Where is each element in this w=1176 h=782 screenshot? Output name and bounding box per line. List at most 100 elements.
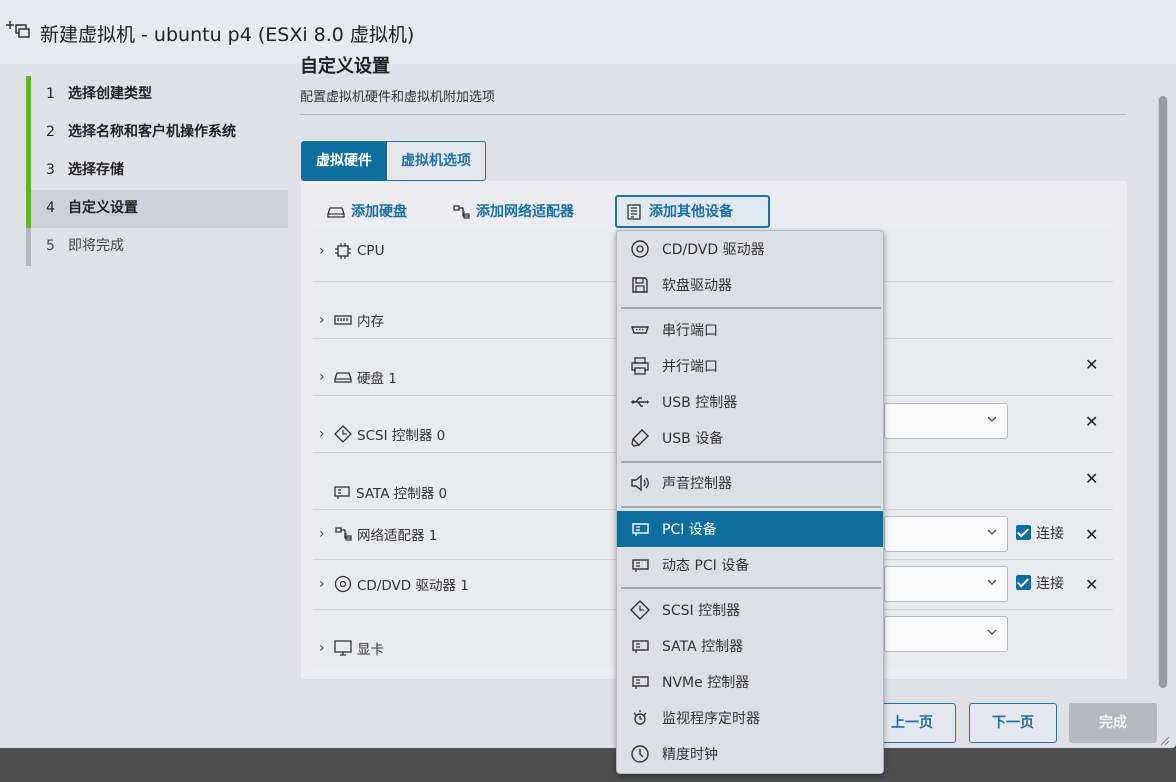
menu-item-serial-port[interactable]: 串行端口 [617,312,883,348]
chevron-right-icon[interactable]: › [319,312,329,328]
speaker-icon [631,474,649,492]
video-select[interactable] [884,616,1008,652]
step-number: 2 [46,124,55,140]
menu-item-watchdog-timer[interactable]: 监视程序定时器 [617,700,883,736]
menu-item-label: 并行端口 [662,359,718,375]
printer-icon [631,357,649,375]
new-vm-dialog: 新建虚拟机 - ubuntu p4 (ESXi 8.0 虚拟机) 1 选择创建类型… [0,0,1176,748]
usb-icon [631,397,649,407]
menu-item-floppy[interactable]: 软盘驱动器 [617,267,883,303]
remove-network-button[interactable]: ✕ [1085,525,1098,544]
menu-item-label: 动态 PCI 设备 [662,558,750,574]
chevron-right-icon[interactable]: › [319,526,329,542]
connect-label: 连接 [1036,526,1064,542]
step-label: 即将完成 [68,238,124,254]
add-other-device-button[interactable]: 添加其他设备 [615,195,770,228]
tab-vm-options[interactable]: 虚拟机选项 [387,141,486,181]
remove-cdrom-button[interactable]: ✕ [1085,575,1098,594]
chevron-right-icon[interactable]: › [319,576,329,592]
add-network-label: 添加网络适配器 [476,204,574,220]
step-label: 选择创建类型 [68,86,152,102]
scrollbar[interactable] [1158,96,1168,688]
finish-button[interactable]: 完成 [1069,703,1157,743]
menu-item-scsi-controller[interactable]: SCSI 控制器 [617,592,883,628]
menu-item-dynamic-pci-device[interactable]: 动态 PCI 设备 [617,547,883,583]
cpu-icon [335,243,351,259]
controller-card-icon [632,640,649,653]
step-1[interactable]: 1 选择创建类型 [26,76,288,114]
hw-label: 显卡 [357,642,384,658]
tab-virtual-hardware[interactable]: 虚拟硬件 [301,141,387,181]
network-select[interactable] [884,516,1008,552]
chevron-down-icon [987,416,997,422]
cdrom-select[interactable] [884,566,1008,602]
chevron-down-icon [987,579,997,585]
chevron-right-icon[interactable]: › [319,640,329,656]
disk-icon [327,207,345,218]
monitor-icon [334,640,352,656]
wizard-steps: 1 选择创建类型 2 选择名称和客户机操作系统 3 选择存储 4 自定义设置 5 即将完成 [26,76,288,266]
menu-separator [621,506,881,508]
menu-item-pci-device[interactable]: PCI 设备 [617,511,883,547]
menu-item-cdrom[interactable]: CD/DVD 驱动器 [617,231,883,267]
add-disk-label: 添加硬盘 [351,204,407,220]
menu-item-usb-controller[interactable]: USB 控制器 [617,384,883,420]
menu-separator [621,587,881,589]
menu-item-label: USB 控制器 [662,395,738,411]
menu-item-label: 监视程序定时器 [662,711,760,727]
chevron-right-icon[interactable]: › [319,243,329,259]
cdrom-connect-checkbox[interactable] [1016,575,1031,590]
menu-item-nvme-controller[interactable]: NVMe 控制器 [617,664,883,700]
step-5[interactable]: 5 即将完成 [26,228,288,266]
title-bar: 新建虚拟机 - ubuntu p4 (ESXi 8.0 虚拟机) [0,0,1176,64]
hw-label: CD/DVD 驱动器 1 [357,578,469,594]
clock-icon [631,745,649,763]
add-disk-button[interactable]: 添加硬盘 [319,196,415,228]
remove-sata-button[interactable]: ✕ [1085,469,1098,488]
network-connect-checkbox[interactable] [1016,525,1031,540]
menu-item-label: 声音控制器 [662,476,732,492]
menu-item-label: 串行端口 [662,323,718,339]
menu-item-sata-controller[interactable]: SATA 控制器 [617,628,883,664]
hw-label: SATA 控制器 0 [356,486,448,502]
tab-bar: 虚拟硬件 虚拟机选项 [301,141,486,181]
disc-icon [631,240,649,258]
pci-card-icon [632,523,649,536]
dialog-title: 新建虚拟机 - ubuntu p4 (ESXi 8.0 虚拟机) [40,24,415,46]
floppy-icon [632,277,648,293]
menu-item-parallel-port[interactable]: 并行端口 [617,348,883,384]
watchdog-icon [633,710,647,725]
chevron-right-icon[interactable]: › [319,369,329,385]
connect-label: 连接 [1036,576,1064,592]
scsi-diamond-icon [334,425,352,443]
step-3[interactable]: 3 选择存储 [26,152,288,190]
scrollbar-thumb[interactable] [1159,96,1167,688]
menu-separator [621,307,881,309]
next-button[interactable]: 下一页 [969,703,1057,743]
menu-item-label: SCSI 控制器 [662,603,741,619]
step-label: 自定义设置 [68,200,138,216]
step-number: 1 [46,86,55,102]
section-title: 自定义设置 [300,56,390,74]
divider [300,114,1126,115]
step-4[interactable]: 4 自定义设置 [26,190,288,228]
pci-card-icon [632,559,649,572]
step-number: 4 [46,200,55,216]
add-other-device-menu: CD/DVD 驱动器 软盘驱动器 串行端口 并行端口 USB 控制器 USB 设… [616,230,884,774]
add-network-adapter-button[interactable]: 添加网络适配器 [444,196,582,228]
resize-handle-icon[interactable] [1158,734,1170,746]
scsi-type-select[interactable] [884,403,1008,439]
menu-item-label: 软盘驱动器 [662,278,732,294]
menu-item-label: PCI 设备 [662,522,717,538]
menu-item-precision-clock[interactable]: 精度时钟 [617,736,883,772]
remove-scsi-button[interactable]: ✕ [1085,412,1098,431]
hw-label: 硬盘 1 [357,371,397,387]
menu-item-label: USB 设备 [662,431,724,447]
remove-disk-button[interactable]: ✕ [1085,355,1098,374]
usb-device-icon [631,429,649,447]
hw-label: CPU [357,243,385,259]
chevron-right-icon[interactable]: › [319,426,329,442]
menu-item-sound-controller[interactable]: 声音控制器 [617,465,883,501]
step-2[interactable]: 2 选择名称和客户机操作系统 [26,114,288,152]
menu-item-usb-device[interactable]: USB 设备 [617,420,883,456]
